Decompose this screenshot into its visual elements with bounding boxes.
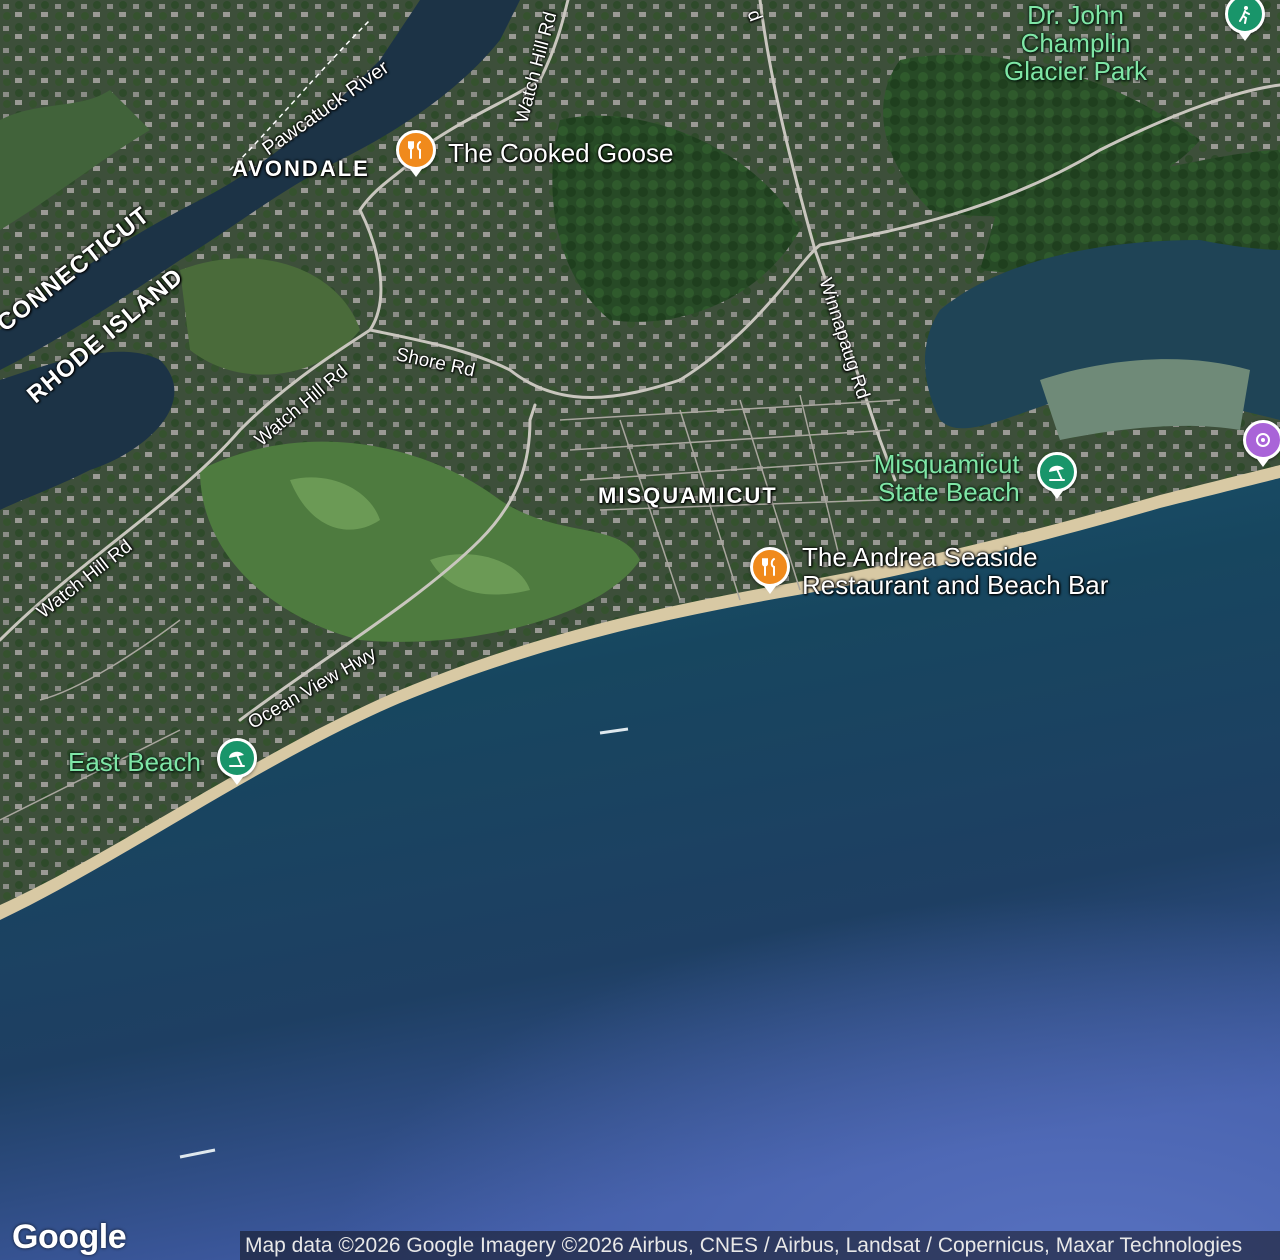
poi-pin-east-beach[interactable] [217,738,257,785]
beach-umbrella-icon [226,747,248,769]
map-attribution[interactable]: Map data ©2026 Google Imagery ©2026 Airb… [240,1231,1280,1260]
fork-knife-icon [760,557,780,577]
poi-label-line: Champlin [1020,28,1131,58]
poi-label-line: Glacier Park [1004,56,1148,86]
poi-pin-the-andrea[interactable] [750,547,790,594]
poi-label-line: Misquamicut [873,449,1020,479]
poi-pin-cooked-goose[interactable] [396,130,436,177]
area-label-avondale: AVONDALE [232,156,370,181]
poi-label-line: Dr. John [1027,0,1124,30]
poi-label-misquamicut-state-beach[interactable]: Misquamicut State Beach [866,450,1020,506]
poi-pin-attraction[interactable] [1243,420,1280,467]
poi-label-glacier-park[interactable]: Dr. John Champlin Glacier Park [1004,1,1147,85]
poi-label-cooked-goose[interactable]: The Cooked Goose [448,139,673,167]
beach-umbrella-icon [1046,461,1068,483]
poi-label-line: State Beach [878,477,1020,507]
attraction-icon [1253,430,1273,450]
poi-label-line: The Andrea Seaside [802,542,1038,572]
fork-knife-icon [406,140,426,160]
hiking-icon [1235,4,1255,24]
poi-label-line: Restaurant and Beach Bar [802,570,1109,600]
satellite-imagery [0,0,1280,1260]
google-logo: Google [12,1218,127,1256]
satellite-map[interactable]: AVONDALE MISQUAMICUT CONNECTICUT RHODE I… [0,0,1280,1260]
poi-label-the-andrea[interactable]: The Andrea Seaside Restaurant and Beach … [802,543,1108,599]
poi-label-east-beach[interactable]: East Beach [68,748,201,776]
area-label-misquamicut: MISQUAMICUT [598,483,778,508]
poi-pin-misquamicut-state-beach[interactable] [1037,452,1077,499]
